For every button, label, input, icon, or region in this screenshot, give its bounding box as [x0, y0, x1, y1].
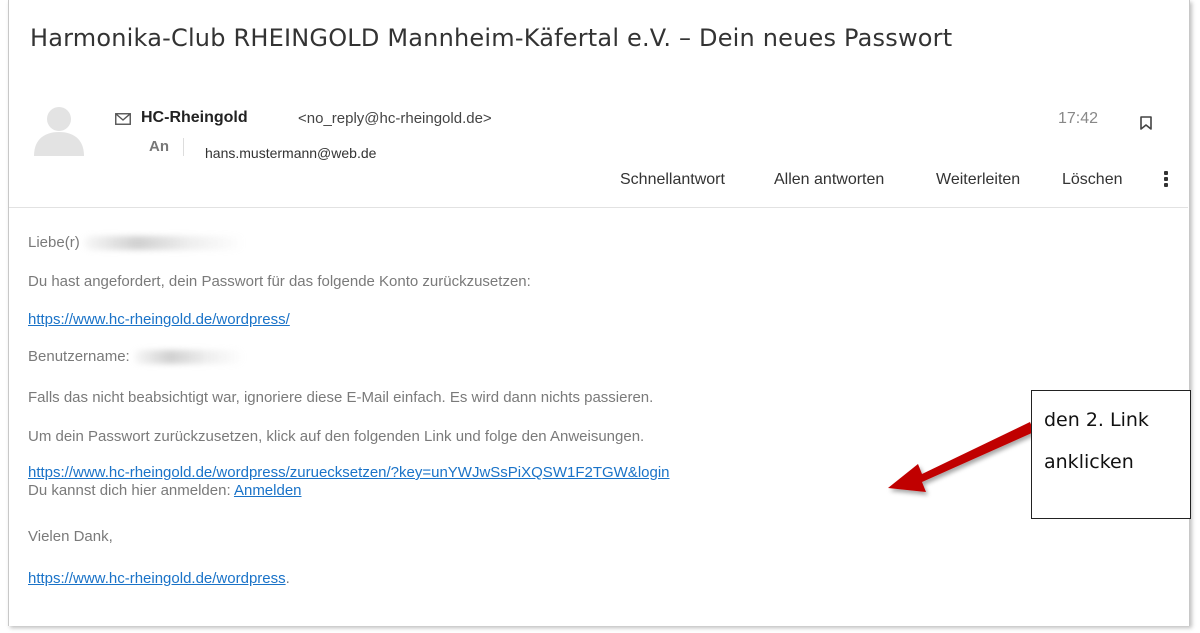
callout-line-2: anklicken — [1044, 451, 1134, 473]
annotation-callout: den 2. Link anklicken — [1031, 390, 1191, 519]
to-label: An — [149, 138, 169, 155]
redacted-name — [83, 236, 244, 251]
username-label: Benutzername: — [28, 348, 130, 365]
to-separator — [183, 138, 184, 156]
reset-link[interactable]: https://www.hc-rheingold.de/wordpress/zu… — [28, 464, 882, 481]
footer-line: https://www.hc-rheingold.de/wordpress. — [28, 570, 290, 587]
email-time: 17:42 — [1058, 110, 1099, 127]
greeting-text: Liebe(r) — [28, 234, 80, 251]
bookmark-icon[interactable] — [1140, 116, 1152, 130]
email-subject: Harmonika-Club RHEINGOLD Mannheim-Käfert… — [30, 24, 953, 52]
redacted-username — [133, 350, 244, 365]
header-divider — [9, 207, 1188, 208]
greeting-line: Liebe(r) — [28, 234, 244, 251]
sender-name[interactable]: HC-Rheingold — [141, 109, 248, 127]
callout-line-1: den 2. Link — [1044, 409, 1149, 431]
login-link[interactable]: Anmelden — [234, 482, 302, 499]
site-link[interactable]: https://www.hc-rheingold.de/wordpress/ — [28, 311, 290, 328]
thanks-line: Vielen Dank, — [28, 528, 113, 545]
more-options-icon[interactable] — [1164, 171, 1170, 189]
delete-button[interactable]: Löschen — [1062, 171, 1123, 189]
sender-address: <no_reply@hc-rheingold.de> — [298, 110, 492, 127]
envelope-icon — [115, 113, 131, 125]
login-text: Du kannst dich hier anmelden: — [28, 482, 231, 499]
recipient-address: hans.mustermann@web.de — [205, 145, 377, 161]
instructions-line: Um dein Passwort zurückzusetzen, klick a… — [28, 428, 645, 445]
ignore-line: Falls das nicht beabsichtigt war, ignori… — [28, 389, 654, 406]
footer-period: . — [285, 570, 290, 587]
quick-reply-button[interactable]: Schnellantwort — [620, 171, 725, 189]
username-line: Benutzername: — [28, 348, 244, 365]
red-arrow-icon — [888, 422, 1034, 492]
footer-link[interactable]: https://www.hc-rheingold.de/wordpress — [28, 570, 286, 587]
reply-all-button[interactable]: Allen antworten — [774, 171, 884, 189]
forward-button[interactable]: Weiterleiten — [936, 171, 1020, 189]
request-line: Du hast angefordert, dein Passwort für d… — [28, 273, 531, 290]
login-line: Du kannst dich hier anmelden: Anmelden — [28, 482, 302, 499]
avatar-icon — [34, 107, 84, 156]
